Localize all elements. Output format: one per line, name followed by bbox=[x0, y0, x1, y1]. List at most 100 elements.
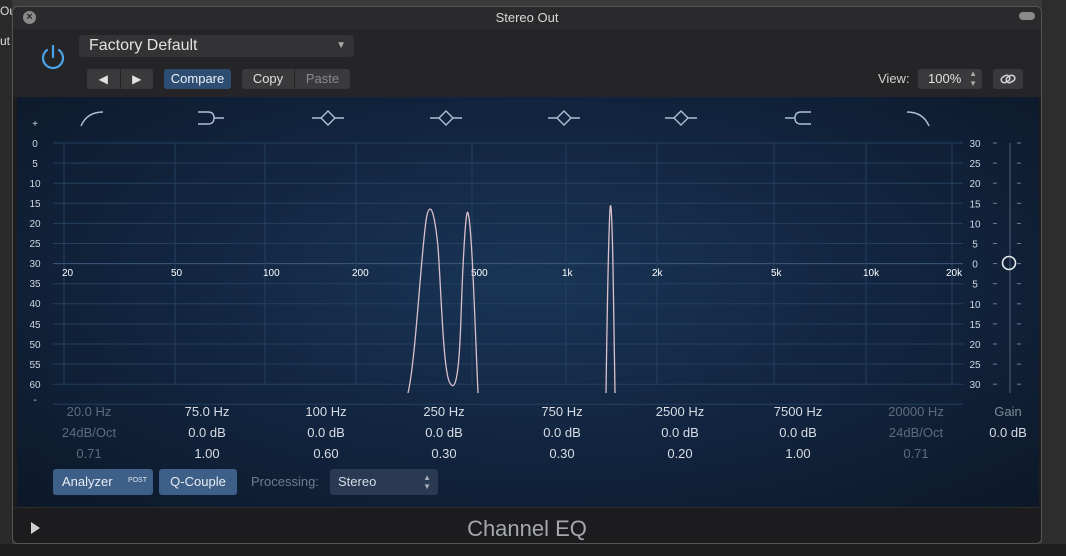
analyzer-label: Analyzer bbox=[62, 474, 113, 489]
left-db-label: 40 bbox=[29, 299, 41, 310]
band-8-type-icon bbox=[906, 111, 930, 127]
next-preset-button[interactable]: ▶ bbox=[121, 69, 154, 89]
freq-label: 5k bbox=[771, 268, 783, 279]
freq-label: 1k bbox=[562, 268, 574, 279]
gain-slider[interactable] bbox=[1001, 143, 1017, 393]
band-8-q[interactable]: 0.71 bbox=[866, 446, 966, 461]
copy-button[interactable]: Copy bbox=[242, 69, 294, 89]
view-label: View: bbox=[878, 71, 910, 86]
power-button[interactable] bbox=[37, 41, 69, 73]
gain-label: Gain bbox=[994, 404, 1022, 419]
background-right-area bbox=[1042, 0, 1066, 556]
right-db-label: 5 bbox=[972, 240, 978, 251]
band-7-type-icon bbox=[785, 111, 811, 125]
compare-button[interactable]: Compare bbox=[164, 69, 231, 89]
freq-label: 100 bbox=[263, 268, 280, 279]
band-4-gain[interactable]: 0.0 dB bbox=[394, 425, 494, 440]
left-db-label: 50 bbox=[29, 340, 41, 351]
left-db-label: 55 bbox=[29, 360, 41, 371]
band-6-type-icon bbox=[665, 110, 697, 126]
plugin-footer: Channel EQ bbox=[13, 507, 1041, 543]
left-db-label: - bbox=[33, 395, 36, 406]
processing-label: Processing: bbox=[251, 474, 319, 489]
band-3-freq[interactable]: 100 Hz bbox=[276, 404, 376, 419]
analyzer-button[interactable]: Analyzer POST bbox=[53, 469, 153, 495]
right-db-label: 25 bbox=[969, 159, 981, 170]
paste-button[interactable]: Paste bbox=[294, 69, 350, 89]
band-7-gain[interactable]: 0.0 dB bbox=[748, 425, 848, 440]
freq-label: 20 bbox=[62, 268, 74, 279]
band-4-type-icon bbox=[430, 110, 462, 126]
band-2-type-icon bbox=[198, 111, 224, 125]
prev-preset-button[interactable]: ◀ bbox=[87, 69, 121, 89]
band-4-q[interactable]: 0.30 bbox=[394, 446, 494, 461]
preset-selector[interactable]: Factory Default ▼ bbox=[79, 35, 354, 57]
band-5-gain[interactable]: 0.0 dB bbox=[512, 425, 612, 440]
band-2-q[interactable]: 1.00 bbox=[157, 446, 257, 461]
preset-nav: ◀ ▶ bbox=[87, 69, 153, 89]
q-couple-button[interactable]: Q-Couple bbox=[159, 469, 237, 495]
gain-slider-knob bbox=[1001, 255, 1017, 271]
right-db-label: 5 bbox=[972, 280, 978, 291]
right-db-label: 10 bbox=[969, 300, 981, 311]
band-3-q[interactable]: 0.60 bbox=[276, 446, 376, 461]
link-button[interactable] bbox=[993, 69, 1023, 89]
band-1-gain[interactable]: 24dB/Oct bbox=[39, 425, 139, 440]
band-type-icons bbox=[80, 110, 930, 127]
band-1-type-icon bbox=[80, 111, 104, 127]
title-bar[interactable]: × Stereo Out bbox=[13, 7, 1041, 29]
analyzer-post-badge: POST bbox=[127, 477, 147, 484]
background-bottom-area bbox=[0, 544, 1066, 556]
band-1-freq[interactable]: 20.0 Hz bbox=[39, 404, 139, 419]
right-db-label: 30 bbox=[969, 139, 981, 150]
band-5-type-icon bbox=[548, 110, 580, 126]
up-down-icon: ▲ ▼ bbox=[969, 69, 977, 88]
eq-display-panel: +0 5 10 15 20 25 30 35 40 45 50 55 60- 30 25 20 15 10 5 0 5… bbox=[17, 97, 1039, 507]
band-2-gain[interactable]: 0.0 dB bbox=[157, 425, 257, 440]
band-2-freq[interactable]: 75.0 Hz bbox=[157, 404, 257, 419]
freq-label: 200 bbox=[352, 268, 369, 279]
preset-name: Factory Default bbox=[89, 37, 198, 54]
background-track-area: Ou ut bbox=[0, 0, 16, 556]
processing-value: Stereo bbox=[338, 474, 377, 489]
processing-selector[interactable]: Stereo ▲ ▼ bbox=[330, 469, 438, 495]
left-db-label: 45 bbox=[29, 320, 41, 331]
left-db-label: 60 bbox=[29, 380, 41, 391]
eq-curve bbox=[407, 204, 616, 394]
freq-label: 10k bbox=[863, 268, 880, 279]
left-db-label: 5 bbox=[32, 159, 38, 170]
plugin-name: Channel EQ bbox=[467, 516, 587, 541]
right-db-label: 10 bbox=[969, 219, 981, 230]
band-3-gain[interactable]: 0.0 dB bbox=[276, 425, 376, 440]
background-track-label-2: ut bbox=[0, 34, 11, 48]
band-7-q[interactable]: 1.00 bbox=[748, 446, 848, 461]
left-db-scale: +0 5 10 15 20 25 30 35 40 45 50 55 60 - bbox=[29, 119, 41, 406]
band-8-gain[interactable]: 24dB/Oct bbox=[866, 425, 966, 440]
up-down-icon: ▲ ▼ bbox=[423, 473, 431, 491]
chevron-down-icon: ▼ bbox=[336, 40, 346, 51]
left-db-label: + bbox=[32, 119, 38, 130]
band-8-freq[interactable]: 20000 Hz bbox=[866, 404, 966, 419]
band-6-freq[interactable]: 2500 Hz bbox=[630, 404, 730, 419]
left-db-label: 30 bbox=[29, 259, 41, 270]
view-zoom-selector[interactable]: 100% ▲ ▼ bbox=[918, 69, 982, 89]
right-db-label: 0 bbox=[972, 260, 978, 271]
minimize-button[interactable] bbox=[1019, 12, 1035, 20]
band-6-gain[interactable]: 0.0 dB bbox=[630, 425, 730, 440]
channel-eq-window: × Stereo Out Factory Default ▼ ◀ ▶ Compa… bbox=[12, 6, 1042, 544]
power-icon bbox=[41, 44, 65, 70]
gain-value[interactable]: 0.0 dB bbox=[958, 425, 1041, 440]
left-db-label: 20 bbox=[29, 219, 41, 230]
band-1-q[interactable]: 0.71 bbox=[39, 446, 139, 461]
left-db-label: 15 bbox=[29, 199, 41, 210]
band-5-q[interactable]: 0.30 bbox=[512, 446, 612, 461]
right-db-label: 20 bbox=[969, 179, 981, 190]
band-7-freq[interactable]: 7500 Hz bbox=[748, 404, 848, 419]
left-db-label: 10 bbox=[29, 179, 41, 190]
band-4-freq[interactable]: 250 Hz bbox=[394, 404, 494, 419]
left-db-label: 0 bbox=[32, 139, 38, 150]
view-zoom-value: 100% bbox=[928, 71, 962, 86]
band-5-freq[interactable]: 750 Hz bbox=[512, 404, 612, 419]
band-6-q[interactable]: 0.20 bbox=[630, 446, 730, 461]
frequency-scale: 20 50 100 200 500 1k 2k 5k 10k 20k bbox=[62, 268, 963, 279]
